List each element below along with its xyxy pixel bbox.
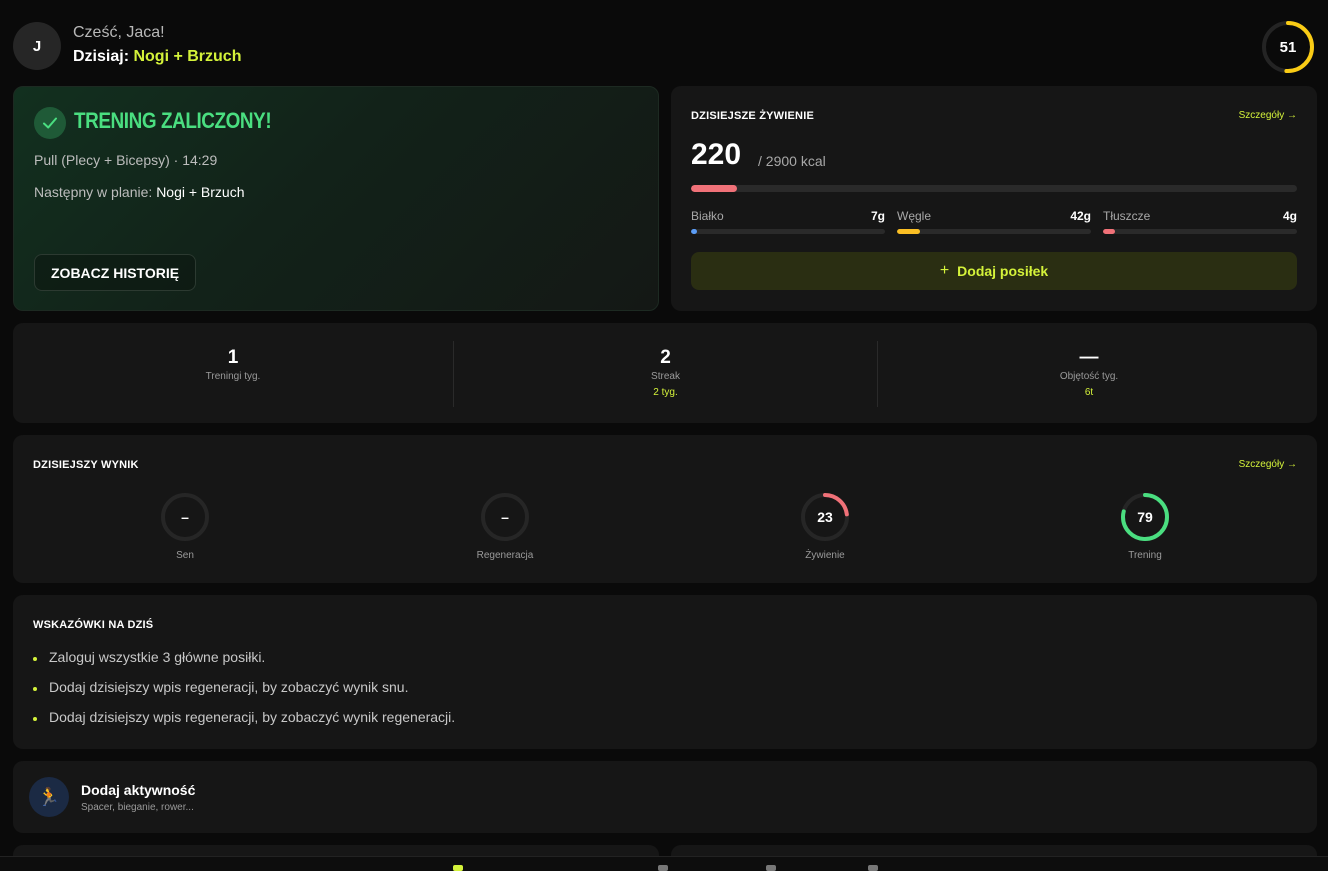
today-plan: Dzisiaj: Nogi + Brzuch [73,48,241,66]
training-summary: Pull (Plecy + Bicepsy) · 14:29 [34,152,218,168]
bullet-icon [33,717,37,722]
today-label: Dzisiaj: [73,48,130,65]
kcal-progress-bar [691,185,1297,192]
plus-icon: + [939,262,950,279]
kcal-progress-fill [691,185,738,192]
macro-protein-value: 7g [870,209,885,223]
kcal-value: 220 [691,138,742,171]
stat-value: 1 [227,347,239,368]
gauge-label: Trening [1128,550,1162,561]
gauge-sleep[interactable]: – [160,492,210,542]
gauge-label: Regeneracja [476,550,534,561]
bottom-navigation [0,856,1328,871]
gauge-value: 23 [817,509,833,525]
gauge-value: 79 [1137,509,1153,525]
view-history-button[interactable]: ZOBACZ HISTORIĘ [34,254,197,291]
macro-protein-bar [691,229,885,234]
macro-carbs-label: Węgle [897,209,932,223]
macro-protein-fill [691,229,697,234]
training-title: TRENING ZALICZONY! [74,108,272,133]
stat-label: Treningi tyg. [205,371,261,382]
nutrition-title: DZISIEJSZE ŻYWIENIE [691,110,814,122]
gauge-nutrition[interactable]: 23 [800,492,850,542]
gauge-label: Sen [176,550,194,561]
macro-protein-label: Białko [691,209,724,223]
macro-fat-bar [1103,229,1297,234]
training-card: TRENING ZALICZONY! Pull (Plecy + Bicepsy… [13,86,659,311]
stat-value: — [1079,347,1099,368]
running-icon: 🏃 [29,777,69,817]
next-training-plan: Nogi + Brzuch [156,184,245,200]
avatar[interactable]: J [13,22,61,70]
macro-carbs-value: 42g [1070,209,1091,223]
tip-item: Zaloguj wszystkie 3 główne posiłki. [33,649,265,665]
overall-score-ring[interactable]: 51 [1261,20,1315,74]
gauge-label: Żywienie [805,550,845,561]
stat-sub: 2 tyg. [653,387,678,398]
stat-weekly-trainings[interactable]: 1 Treningi tyg. [13,323,453,423]
bullet-icon [33,657,37,662]
gauge-training[interactable]: 79 [1120,492,1170,542]
header: J Cześć, Jaca! Dzisiaj: Nogi + Brzuch 51 [13,20,1315,73]
tips-title: WSKAZÓWKI NA DZIŚ [33,619,154,631]
stat-value: 2 [660,347,671,368]
bullet-icon [33,687,37,692]
stat-streak[interactable]: 2 Streak 2 tyg. [454,323,877,423]
tips-card: WSKAZÓWKI NA DZIŚ Zaloguj wszystkie 3 gł… [13,595,1317,749]
stat-label: Objętość tyg. [1059,371,1119,382]
add-meal-label: Dodaj posiłek [957,263,1049,279]
macro-fat-value: 4g [1282,209,1297,223]
stat-label: Streak [651,371,680,382]
gauge-value: – [181,509,189,525]
nutrition-icon[interactable] [766,865,776,871]
macro-carbs-bar [897,229,1091,234]
nutrition-card: DZISIEJSZE ŻYWIENIE Szczegóły → 220 / 29… [671,86,1317,311]
tip-text: Zaloguj wszystkie 3 główne posiłki. [49,649,266,665]
daily-score-details-link[interactable]: Szczegóły → [1239,459,1297,470]
check-icon [34,107,66,139]
stat-sub: 6t [1084,387,1094,398]
add-activity-title: Dodaj aktywność [81,782,196,798]
tip-item: Dodaj dzisiejszy wpis regeneracji, by zo… [33,709,455,725]
today-plan-name: Nogi + Brzuch [133,48,242,65]
tip-text: Dodaj dzisiejszy wpis regeneracji, by zo… [49,679,409,695]
training-icon[interactable] [658,865,668,871]
gauge-value: – [501,509,509,525]
daily-score-card: DZISIEJSZY WYNIK Szczegóły → – Sen – Reg… [13,435,1317,583]
greeting: Cześć, Jaca! [73,24,165,41]
daily-score-title: DZISIEJSZY WYNIK [33,459,139,471]
add-activity-card[interactable]: 🏃 Dodaj aktywność Spacer, bieganie, rowe… [13,761,1317,833]
next-training-label: Następny w planie: [34,184,153,200]
macro-carbs-fill [897,229,921,234]
add-meal-button[interactable]: + Dodaj posiłek [691,252,1297,290]
next-training: Następny w planie: Nogi + Brzuch [34,184,245,200]
macro-fat-label: Tłuszcze [1103,209,1151,223]
macro-fat-fill [1103,229,1115,234]
profile-icon[interactable] [868,865,878,871]
weekly-stats-card: 1 Treningi tyg. 2 Streak 2 tyg. — Objęto… [13,323,1317,423]
overall-score-value: 51 [1279,38,1297,56]
home-icon[interactable] [453,865,463,871]
add-activity-subtitle: Spacer, bieganie, rower... [81,802,194,813]
tip-text: Dodaj dzisiejszy wpis regeneracji, by zo… [49,709,456,725]
nutrition-details-link[interactable]: Szczegóły → [1239,110,1297,121]
tip-item: Dodaj dzisiejszy wpis regeneracji, by zo… [33,679,408,695]
kcal-goal: / 2900 kcal [758,153,826,169]
gauge-recovery[interactable]: – [480,492,530,542]
stat-weekly-volume[interactable]: — Objętość tyg. 6t [878,323,1300,423]
